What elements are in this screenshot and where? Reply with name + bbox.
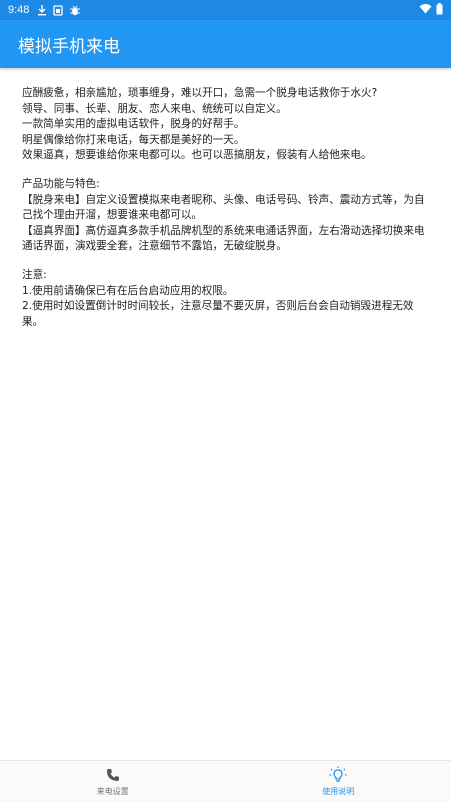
notes-heading: 注意: [22, 268, 47, 281]
tab-call-settings[interactable]: 来电设置 [0, 761, 226, 802]
app-title: 模拟手机来电 [18, 36, 120, 57]
status-bar: 9:48 [0, 0, 451, 20]
wifi-icon [419, 3, 432, 17]
feature-item: 【逼真界面】高仿逼真多款手机品牌机型的系统来电通话界面，左右滑动选择切换来电通话… [22, 224, 425, 253]
feature-item: 【脱身来电】自定义设置模拟来电者昵称、头像、电话号码、铃声、震动方式等，为自己找… [22, 193, 425, 222]
tab-label: 使用说明 [322, 787, 355, 796]
intro-line: 效果逼真，想要谁给你来电都可以。也可以恶搞朋友，假装有人给他来电。 [22, 149, 372, 162]
sim-icon [53, 4, 64, 16]
tab-label: 来电设置 [96, 787, 129, 796]
lightbulb-icon [329, 766, 347, 784]
bottom-navigation: 来电设置 使用说明 [0, 760, 451, 802]
tab-instructions[interactable]: 使用说明 [226, 761, 451, 802]
download-icon [37, 4, 47, 16]
instructions-content: 应酬疲惫，相亲尴尬，琐事缠身，难以开口，急需一个脱身电话救你于水火? 领导、同事… [0, 86, 451, 343]
intro-line: 应酬疲惫，相亲尴尬，琐事缠身，难以开口，急需一个脱身电话救你于水火? [22, 87, 378, 99]
intro-line: 一款简单实用的虚拟电话软件，脱身的好帮手。 [22, 118, 245, 131]
features-heading: 产品功能与特色: [22, 177, 100, 190]
status-time: 9:48 [8, 4, 30, 16]
note-item: 1.使用前请确保已有在后台启动应用的权限。 [22, 284, 234, 297]
battery-icon [436, 2, 443, 18]
intro-line: 领导、同事、长辈、朋友、恋人来电、统统可以自定义。 [22, 102, 287, 115]
bug-icon [69, 5, 81, 16]
note-item: 2.使用时如设置倒计时时间较长，注意尽量不要灭屏，否则后台会自动销毁进程无效果。 [22, 300, 414, 328]
phone-icon [106, 766, 120, 784]
app-bar: 模拟手机来电 [0, 20, 451, 68]
features-paragraph: 产品功能与特色: 【脱身来电】自定义设置模拟来电者昵称、头像、电话号码、铃声、震… [22, 177, 429, 255]
notes-paragraph: 注意: 1.使用前请确保已有在后台启动应用的权限。 2.使用时如设置倒计时时间较… [22, 268, 429, 330]
intro-paragraph: 应酬疲惫，相亲尴尬，琐事缠身，难以开口，急需一个脱身电话救你于水火? 领导、同事… [22, 86, 429, 164]
intro-line: 明星偶像给你打来电话，每天都是美好的一天。 [22, 133, 245, 146]
